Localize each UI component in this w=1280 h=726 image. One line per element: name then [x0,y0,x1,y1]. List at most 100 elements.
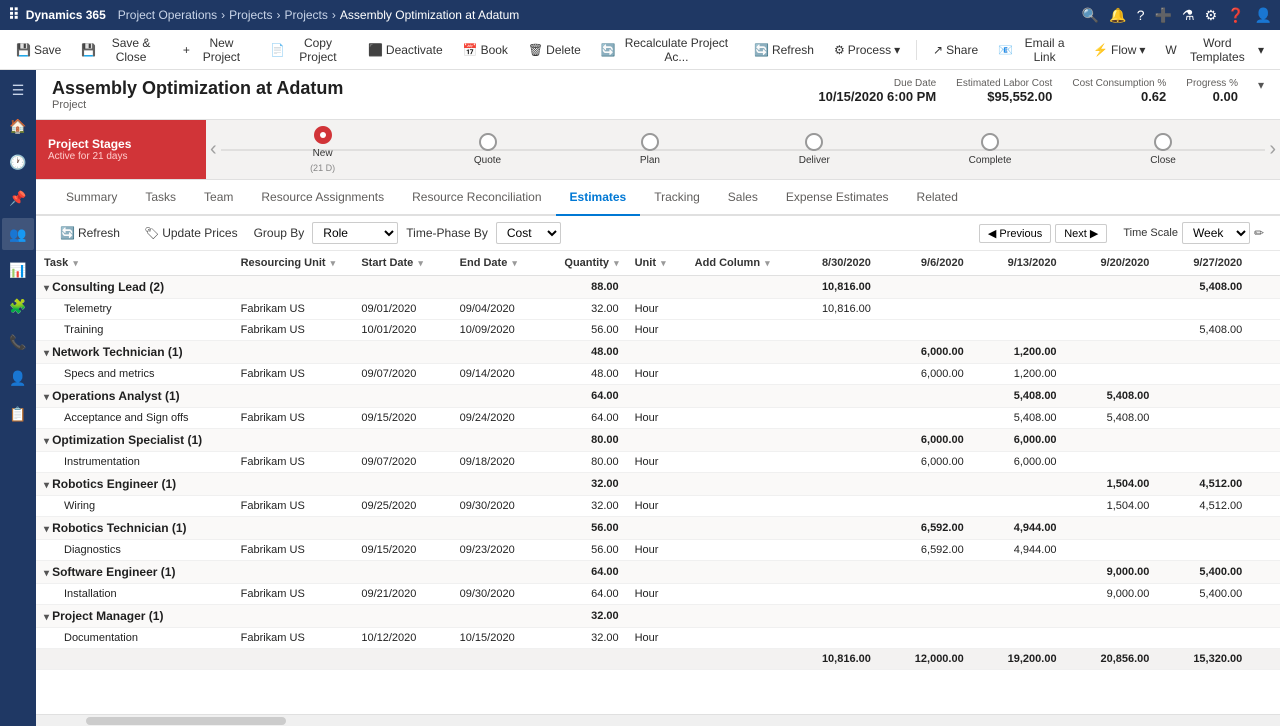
stage-right-chevron[interactable]: › [1265,138,1280,161]
save-close-button[interactable]: 💾 Save & Close [73,32,171,68]
cost-consumption-value: 0.62 [1072,89,1166,104]
col-header-quantity[interactable]: Quantity ▾ [550,251,627,276]
sidebar-recent-icon[interactable]: 🕐 [2,146,34,178]
col-header-startdate[interactable]: Start Date ▾ [353,251,451,276]
filter-icon[interactable]: ⚗ [1182,7,1195,24]
stage-quote[interactable]: Quote [474,133,501,166]
sidebar-chart-icon[interactable]: 📊 [2,254,34,286]
deactivate-button[interactable]: ⬛ Deactivate [360,39,451,61]
settings-icon[interactable]: ⚙ [1205,7,1218,24]
sidebar-list-icon[interactable]: 📋 [2,398,34,430]
stage-new-circle [314,126,332,144]
edit-pencil-icon[interactable]: ✏ [1254,226,1264,240]
sidebar-project-icon[interactable]: 👥 [2,218,34,250]
notification-icon[interactable]: 🔔 [1109,7,1126,24]
search-icon[interactable]: 🔍 [1082,7,1099,24]
stage-complete-label: Complete [969,155,1012,166]
estimates-refresh-button[interactable]: 🔄 Refresh [52,223,128,243]
next-button[interactable]: Next ▶ [1055,224,1107,243]
tab-related[interactable]: Related [903,180,972,216]
profile-icon[interactable]: 👤 [1255,7,1272,24]
group-d3 [972,276,1065,299]
sidebar-person-icon[interactable]: 👤 [2,362,34,394]
sidebar-collapse-icon[interactable]: ☰ [2,74,34,106]
group-chevron[interactable]: ▾ [44,568,49,579]
col-header-d2: 9/6/2020 [879,251,972,276]
group-chevron[interactable]: ▾ [44,480,49,491]
previous-button[interactable]: ◀ Previous [979,224,1051,243]
help-icon[interactable]: ? [1137,7,1145,23]
module-link[interactable]: Project Operations [118,8,217,22]
stage-deliver[interactable]: Deliver [799,133,830,166]
recalculate-button[interactable]: 🔄 Recalculate Project Ac... [593,32,742,68]
process-button[interactable]: ⚙ Process ▾ [826,39,908,61]
group-row-optimization-specialist[interactable]: ▾ Optimization Specialist (1) 80.00 6,00… [36,429,1280,452]
question-icon[interactable]: ❓ [1227,7,1244,24]
group-row-consulting-lead[interactable]: ▾ Consulting Lead (2) 88.00 10,816.00 [36,276,1280,299]
sidebar-pin-icon[interactable]: 📌 [2,182,34,214]
flow-label: Flow [1111,43,1136,57]
task-cell: Telemetry [36,299,233,320]
tab-sales[interactable]: Sales [714,180,772,216]
col-header-addcol[interactable]: Add Column ▾ [687,251,786,276]
stage-complete[interactable]: Complete [969,133,1012,166]
group-row-project-manager[interactable]: ▾ Project Manager (1) 32.00 [36,605,1280,628]
group-chevron[interactable]: ▾ [44,392,49,403]
group-by-select[interactable]: Role Category Resource [312,222,398,244]
stage-close[interactable]: Close [1150,133,1176,166]
delete-button[interactable]: 🗑 Delete [520,39,589,61]
update-prices-button[interactable]: 🏷 Update Prices [136,223,246,243]
sidebar-resources-icon[interactable]: 🧩 [2,290,34,322]
col-header-unit[interactable]: Unit ▾ [627,251,687,276]
addcol-cell [687,299,786,320]
add-icon[interactable]: ➕ [1155,7,1172,24]
share-button[interactable]: ↗ Share [925,39,986,61]
stage-left-chevron[interactable]: ‹ [206,138,221,161]
group-row-robotics-tech[interactable]: ▾ Robotics Technician (1) 56.00 6,592.00… [36,517,1280,540]
word-templates-button[interactable]: W Word Templates ▾ [1157,32,1272,68]
expand-icon[interactable]: ▾ [1258,78,1264,92]
sidebar-home-icon[interactable]: 🏠 [2,110,34,142]
group-chevron[interactable]: ▾ [44,524,49,535]
refresh-button[interactable]: 🔄 Refresh [746,39,822,61]
group-chevron[interactable]: ▾ [44,436,49,447]
new-project-button[interactable]: + New Project [175,32,258,68]
group-row-software-engineer[interactable]: ▾ Software Engineer (1) 64.00 9,000.00 [36,561,1280,584]
flow-button[interactable]: ⚡ Flow ▾ [1085,39,1153,61]
group-row-network-tech[interactable]: ▾ Network Technician (1) 48.00 6,000.00 … [36,341,1280,364]
tab-resource-assignments[interactable]: Resource Assignments [247,180,398,216]
time-scale-select[interactable]: Week Day Month [1182,222,1250,244]
horizontal-scrollbar[interactable] [36,714,1280,726]
group-chevron[interactable]: ▾ [44,283,49,294]
col-header-enddate[interactable]: End Date ▾ [452,251,550,276]
tab-team[interactable]: Team [190,180,247,216]
copy-project-button[interactable]: 📄 Copy Project [262,32,356,68]
nav1-link[interactable]: Projects [229,8,272,22]
stage-plan[interactable]: Plan [640,133,660,166]
brand-name: Dynamics 365 [26,8,106,22]
nav2-link[interactable]: Projects [285,8,328,22]
col-header-resunit[interactable]: Resourcing Unit ▾ [233,251,354,276]
tab-resource-reconciliation[interactable]: Resource Reconciliation [398,180,555,216]
grid-icon[interactable]: ⠿ [8,5,20,25]
scrollbar-thumb[interactable] [86,717,286,725]
stage-new[interactable]: New (21 D) [310,126,335,173]
group-row-operations-analyst[interactable]: ▾ Operations Analyst (1) 64.00 5,408.00 … [36,385,1280,408]
tab-summary[interactable]: Summary [52,180,131,216]
tab-expense-estimates[interactable]: Expense Estimates [772,180,903,216]
sidebar-phone-icon[interactable]: 📞 [2,326,34,358]
group-row-robotics-engineer[interactable]: ▾ Robotics Engineer (1) 32.00 1,504.00 [36,473,1280,496]
save-button[interactable]: 💾 Save [8,39,69,61]
tab-tracking[interactable]: Tracking [640,180,714,216]
col-header-task[interactable]: Task ▾ [36,251,233,276]
book-button[interactable]: 📅 Book [455,39,516,61]
tab-estimates[interactable]: Estimates [556,180,641,216]
tab-tasks[interactable]: Tasks [131,180,190,216]
email-link-button[interactable]: 📧 Email a Link [990,32,1081,68]
estimated-labor-label: Estimated Labor Cost [956,78,1052,89]
group-name: Operations Analyst (1) [52,389,180,403]
group-chevron[interactable]: ▾ [44,612,49,623]
due-date-label: Due Date [818,78,936,89]
group-chevron[interactable]: ▾ [44,348,49,359]
time-phase-select[interactable]: Cost Sales Effort [496,222,561,244]
